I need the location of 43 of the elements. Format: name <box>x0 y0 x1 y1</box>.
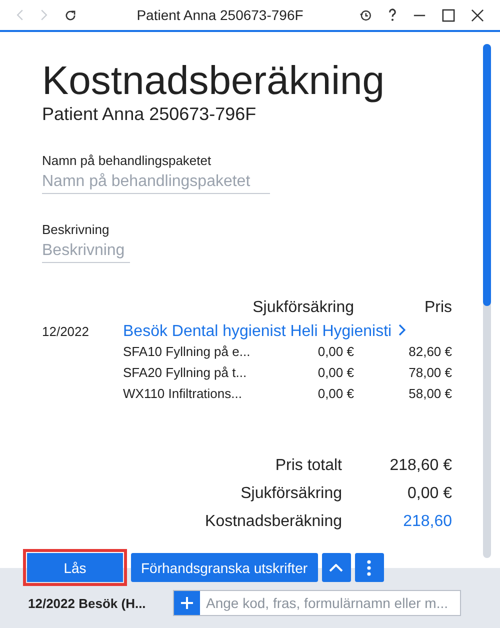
maximize-icon[interactable] <box>442 8 455 22</box>
add-button[interactable] <box>174 591 200 615</box>
table-cell-text: 82,60 € <box>408 344 452 359</box>
lock-button[interactable]: Lås <box>27 553 123 582</box>
visit-link[interactable]: Besök Dental hygienist Heli Hygienisti <box>123 323 406 341</box>
column-header: Pris <box>423 299 452 317</box>
window-title: Patient Anna 250673-796F <box>136 7 304 23</box>
table-cell-text: 0,00 € <box>316 386 354 401</box>
table-cell-text: 0,00 € <box>316 365 354 380</box>
close-icon[interactable] <box>471 8 484 22</box>
history-icon[interactable] <box>359 8 372 22</box>
plus-icon <box>181 597 193 609</box>
chevron-icon <box>398 324 406 336</box>
table-cell-text: 0,00 € <box>316 344 354 359</box>
total-value[interactable]: 218,60 <box>342 513 452 531</box>
input-field[interactable]: Beskrivning <box>42 242 130 263</box>
page-title: Kostnadsberäkning <box>42 58 386 104</box>
visit-date: 12/2022 <box>42 324 90 339</box>
patient-name: Patient Anna 250673-796F <box>42 104 258 125</box>
more-icon <box>367 560 372 576</box>
visit-label: 12/2022 Besök (H... <box>28 596 147 610</box>
total-value: 0,00 € <box>406 485 452 503</box>
field-label: Namn på behandlingspaketet <box>42 153 212 168</box>
more-button[interactable] <box>354 553 384 582</box>
table-cell-text: SFA20 Fyllning på t... <box>123 365 248 380</box>
refresh-icon[interactable] <box>64 8 77 22</box>
table-cell-text: WX110 Infiltrations... <box>123 386 243 401</box>
preview-button[interactable]: Förhandsgranska utskrifter <box>131 553 318 582</box>
total-label: Sjukförsäkring <box>240 485 342 503</box>
total-label: Pris totalt <box>275 457 342 475</box>
scrollbar-thumb[interactable] <box>483 44 491 306</box>
total-value: 218,60 € <box>388 457 452 475</box>
table-cell-text: 58,00 € <box>408 386 452 401</box>
field-label: Beskrivning <box>42 222 110 237</box>
table-cell-text: 78,00 € <box>408 365 452 380</box>
input-field[interactable]: Namn på behandlingspaketet <box>42 173 270 194</box>
help-icon[interactable] <box>388 8 397 22</box>
expand-button[interactable] <box>322 553 351 582</box>
search-field[interactable]: Ange kod, fras, formulärnamn eller m... <box>173 590 461 616</box>
table-cell-text: SFA10 Fyllning på e... <box>123 344 252 359</box>
caret-icon <box>329 564 344 572</box>
column-header: Sjukförsäkring <box>252 299 354 317</box>
total-label: Kostnadsberäkning <box>205 513 342 531</box>
